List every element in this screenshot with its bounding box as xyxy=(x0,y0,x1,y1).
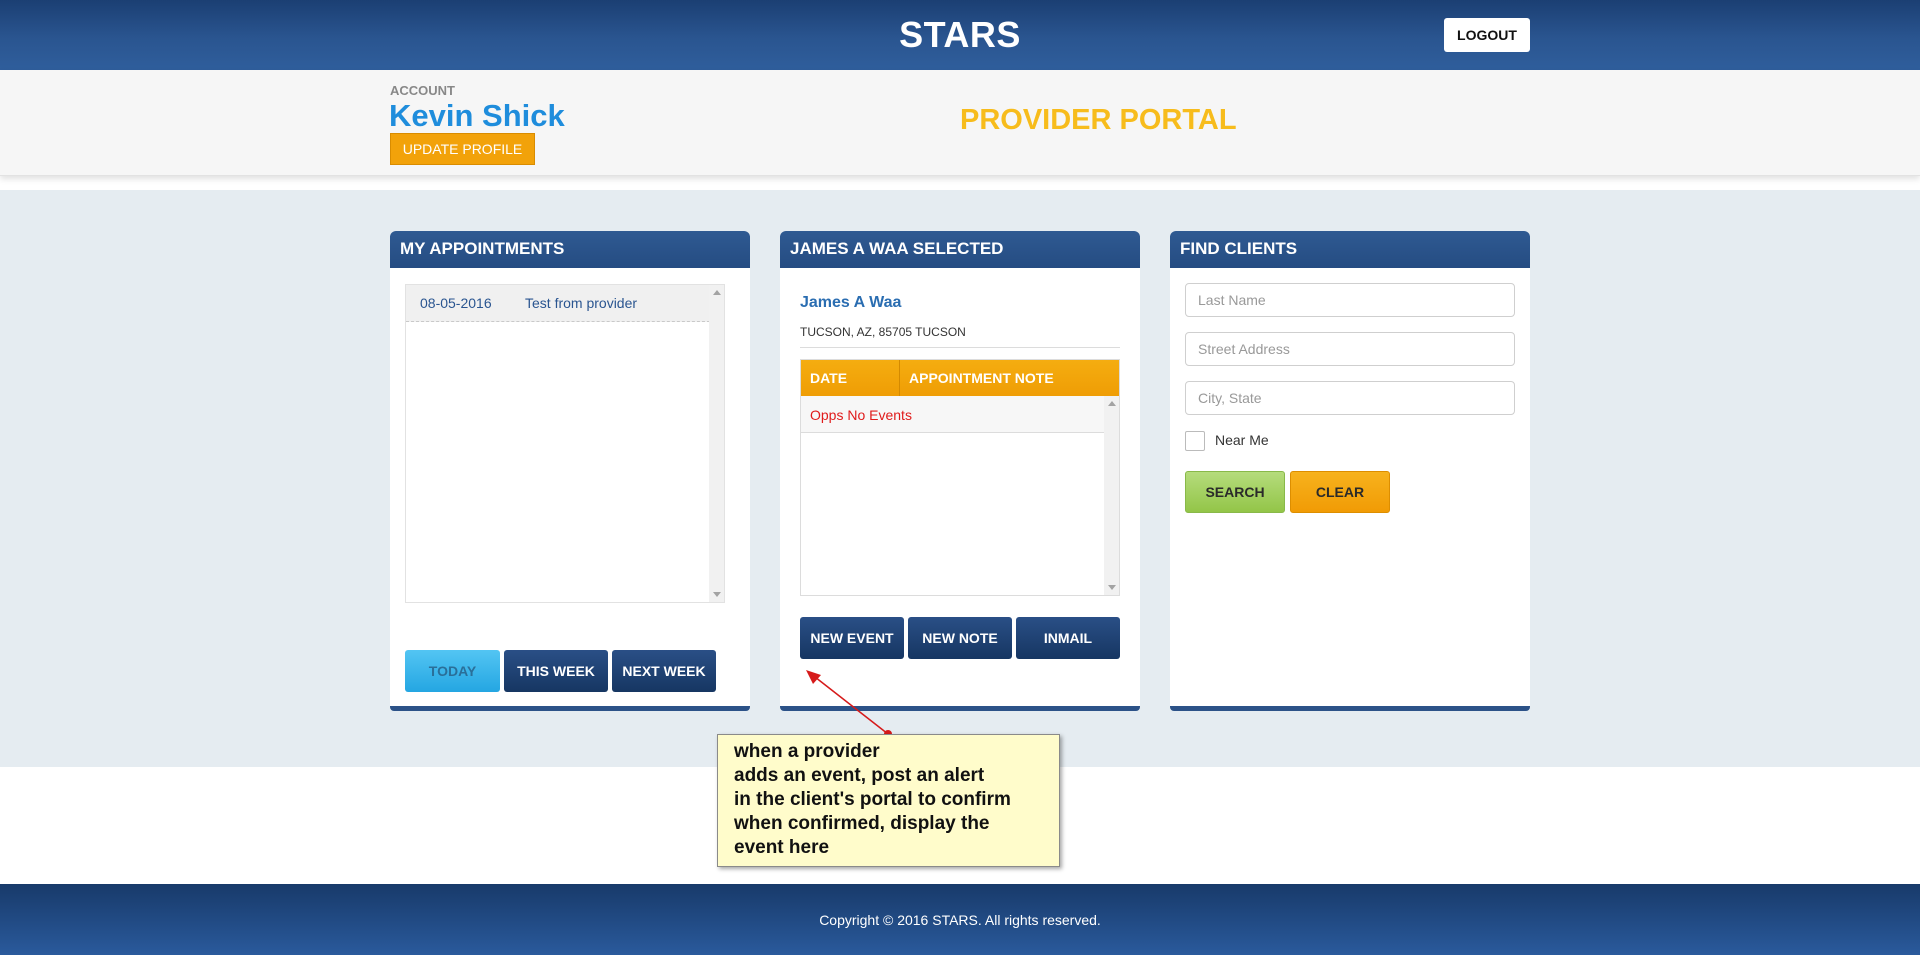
account-name: Kevin Shick xyxy=(389,98,565,133)
list-scrollbar[interactable] xyxy=(709,285,724,602)
annotation-line: adds an event, post an alert xyxy=(734,765,985,786)
annotation-line: when a provider xyxy=(734,741,880,762)
copyright-text: Copyright © 2016 STARS. All rights reser… xyxy=(819,912,1101,928)
empty-message: Opps No Events xyxy=(810,407,912,423)
near-me-label: Near Me xyxy=(1215,432,1269,448)
city-state-input[interactable] xyxy=(1185,381,1515,415)
appointment-text: Test from provider xyxy=(525,295,638,311)
client-address: TUCSON, AZ, 85705 TUCSON xyxy=(800,325,966,339)
appointment-date: 08-05-2016 xyxy=(420,295,492,311)
this-week-button[interactable]: THIS WEEK xyxy=(504,650,608,692)
annotation-line: event here xyxy=(734,837,830,858)
events-table: DATE APPOINTMENT NOTE Opps No Events xyxy=(800,359,1120,596)
my-appointments-panel: MY APPOINTMENTS 08-05-2016 Test from pro… xyxy=(390,231,750,711)
table-row: Opps No Events xyxy=(801,396,1104,433)
next-week-button[interactable]: NEXT WEEK xyxy=(612,650,716,692)
scroll-up-icon[interactable] xyxy=(1108,401,1116,406)
divider xyxy=(800,347,1120,348)
list-item[interactable]: 08-05-2016 Test from provider xyxy=(406,285,720,322)
footer: Copyright © 2016 STARS. All rights reser… xyxy=(0,884,1920,955)
near-me-checkbox[interactable] xyxy=(1185,431,1205,451)
brand-title: STARS xyxy=(899,14,1021,55)
clear-button[interactable]: CLEAR xyxy=(1290,471,1390,513)
new-note-button[interactable]: NEW NOTE xyxy=(908,617,1012,659)
top-navbar: STARS LOGOUT xyxy=(0,0,1920,70)
scroll-up-icon[interactable] xyxy=(713,290,721,295)
search-button[interactable]: SEARCH xyxy=(1185,471,1285,513)
column-date: DATE xyxy=(810,370,848,386)
new-event-button[interactable]: NEW EVENT xyxy=(800,617,904,659)
street-address-input[interactable] xyxy=(1185,332,1515,366)
account-label: ACCOUNT xyxy=(390,83,455,98)
scroll-down-icon[interactable] xyxy=(713,592,721,597)
panel-title: JAMES A WAA SELECTED xyxy=(780,231,1140,268)
today-button[interactable]: TODAY xyxy=(405,650,500,692)
table-scrollbar[interactable] xyxy=(1104,396,1119,595)
table-header: DATE APPOINTMENT NOTE xyxy=(801,360,1119,396)
annotation-note: when a provider adds an event, post an a… xyxy=(717,734,1060,867)
scroll-down-icon[interactable] xyxy=(1108,585,1116,590)
logout-button[interactable]: LOGOUT xyxy=(1444,18,1530,52)
column-appointment-note: APPOINTMENT NOTE xyxy=(909,370,1054,386)
client-name[interactable]: James A Waa xyxy=(800,294,901,312)
annotation-line: in the client's portal to confirm xyxy=(734,789,1011,810)
panel-title: MY APPOINTMENTS xyxy=(390,231,750,268)
inmail-button[interactable]: INMAIL xyxy=(1016,617,1120,659)
appointments-list: 08-05-2016 Test from provider xyxy=(405,284,725,603)
panel-title: FIND CLIENTS xyxy=(1170,231,1530,268)
last-name-input[interactable] xyxy=(1185,283,1515,317)
portal-title: PROVIDER PORTAL xyxy=(960,104,1237,136)
account-header: ACCOUNT Kevin Shick UPDATE PROFILE PROVI… xyxy=(0,70,1920,176)
selected-client-panel: JAMES A WAA SELECTED James A Waa TUCSON,… xyxy=(780,231,1140,711)
column-divider xyxy=(899,360,900,396)
table-body: Opps No Events xyxy=(801,396,1119,595)
update-profile-button[interactable]: UPDATE PROFILE xyxy=(390,133,535,165)
annotation-line: when confirmed, display the xyxy=(734,813,990,834)
find-clients-panel: FIND CLIENTS Near Me SEARCH CLEAR xyxy=(1170,231,1530,711)
